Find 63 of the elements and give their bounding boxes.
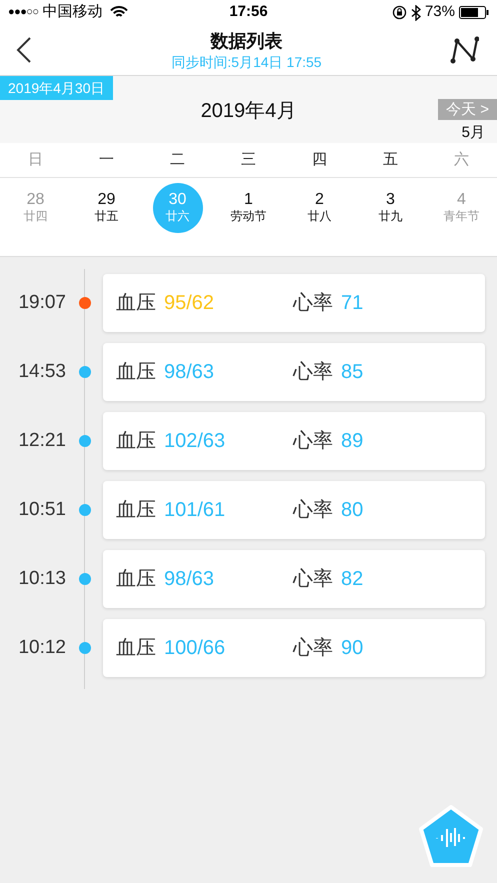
record-card[interactable]: 血压 101/61 心率 80: [103, 481, 485, 539]
rotation-lock-icon: [392, 5, 407, 20]
weekday-label: 二: [169, 150, 186, 170]
blood-pressure-value: 98/63: [164, 567, 214, 592]
record-time: 14:53: [17, 360, 66, 384]
line-chart-icon: [449, 35, 479, 65]
page-title: 数据列表: [210, 30, 282, 53]
heart-rate-value: 90: [341, 636, 364, 661]
record-time: 10:51: [17, 498, 66, 522]
blood-pressure-label: 血压: [116, 429, 156, 454]
heart-rate-label: 心率: [293, 360, 333, 385]
record-time: 10:12: [17, 636, 66, 660]
blood-pressure-value: 100/66: [164, 636, 226, 661]
battery-icon: [459, 6, 489, 19]
blood-pressure-label: 血压: [116, 360, 156, 385]
heart-rate-value: 80: [341, 498, 364, 523]
blood-pressure-value: 102/63: [164, 429, 226, 454]
next-month-label: 5月: [462, 123, 485, 143]
heart-rate-label: 心率: [293, 567, 333, 592]
blood-pressure-label: 血压: [116, 291, 156, 316]
blood-pressure-value: 101/61: [164, 498, 226, 523]
carrier-name: 中国移动: [42, 2, 102, 22]
record-card[interactable]: 血压 98/63 心率 85: [103, 343, 485, 401]
voice-wave-icon: [418, 804, 484, 870]
back-icon: [16, 36, 32, 64]
blood-pressure-label: 血压: [116, 498, 156, 523]
heart-rate-value: 82: [341, 567, 364, 592]
heart-rate-value: 89: [341, 429, 364, 454]
record-card[interactable]: 血压 100/66 心率 90: [103, 619, 485, 677]
calendar-day[interactable]: 29 廿五: [82, 183, 132, 233]
weekday-label: 五: [382, 150, 399, 170]
weekday-label: 六: [453, 150, 470, 170]
wifi-icon: [110, 6, 128, 19]
battery-percentage: 73%: [424, 2, 455, 22]
calendar-day[interactable]: 2 廿八: [294, 183, 344, 233]
weekday-label: 日: [27, 150, 44, 170]
bluetooth-icon: [410, 4, 421, 20]
calendar-day[interactable]: 3 廿九: [366, 183, 416, 233]
record-card[interactable]: 血压 95/62 心率 71: [103, 274, 485, 332]
record-time: 10:13: [17, 566, 66, 591]
heart-rate-label: 心率: [293, 291, 333, 316]
heart-rate-label: 心率: [293, 498, 333, 523]
month-title: 2019年4月: [200, 99, 296, 124]
record-card[interactable]: 血压 102/63 心率 89: [103, 412, 485, 470]
blood-pressure-value: 95/62: [164, 291, 214, 316]
record-card[interactable]: 血压 98/63 心率 82: [103, 550, 485, 608]
sync-time: 同步时间:5月14日 17:55: [171, 53, 322, 71]
heart-rate-label: 心率: [293, 636, 333, 661]
record-time: 19:07: [17, 290, 66, 315]
weekday-label: 三: [240, 150, 257, 170]
signal-strength: ●●●○○: [8, 5, 38, 20]
blood-pressure-label: 血压: [116, 567, 156, 592]
heart-rate-value: 85: [341, 360, 364, 385]
blood-pressure-value: 98/63: [164, 360, 214, 385]
heart-rate-value: 71: [341, 291, 364, 316]
weekday-label: 一: [98, 150, 115, 170]
heart-rate-label: 心率: [293, 429, 333, 454]
clock: 17:56: [228, 2, 269, 22]
record-time: 12:21: [17, 428, 66, 453]
selected-date-label: 2019年4月30日: [0, 76, 113, 100]
blood-pressure-label: 血压: [116, 636, 156, 661]
calendar-day[interactable]: 1 劳动节: [224, 183, 274, 233]
weekday-label: 四: [311, 150, 328, 170]
